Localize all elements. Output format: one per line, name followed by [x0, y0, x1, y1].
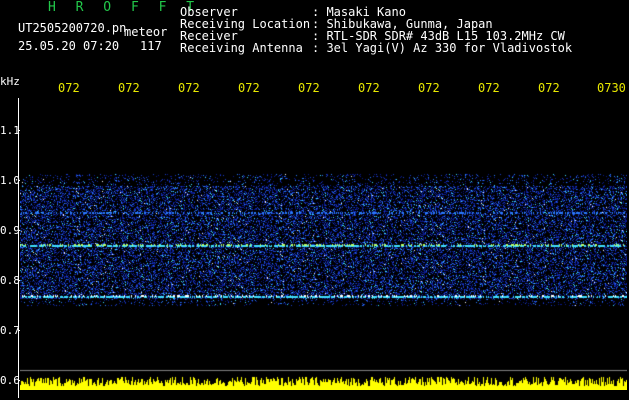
y-tick-label: 0.7 [0, 324, 20, 337]
x-tick-label: 072 [58, 81, 80, 95]
x-tick-label: 072 [538, 81, 560, 95]
y-tick-label: 0.6 [0, 374, 20, 387]
y-tick-label: 0.8 [0, 274, 20, 287]
x-tick-label: 072 [178, 81, 200, 95]
x-tick-label: 072 [478, 81, 500, 95]
tag-label: meteor [124, 25, 168, 39]
x-tick-label: 0730 [597, 81, 626, 95]
hrofft-logo: H R O F F T [48, 0, 201, 15]
antenna-label: Receiving Antenna [180, 41, 303, 55]
spectrogram-canvas [20, 100, 627, 390]
y-axis-line [18, 98, 19, 398]
y-tick-label: 0.9 [0, 224, 20, 237]
filename-label: UT2505200720.pn [18, 21, 127, 35]
y-tick-label: 1.1 [0, 124, 20, 137]
x-tick-label: 072 [358, 81, 380, 95]
count-label: 117 [140, 39, 162, 53]
x-tick-label: 072 [238, 81, 260, 95]
antenna-value: : 3el Yagi(V) Az 330 for Vladivostok [312, 41, 573, 55]
x-tick-label: 072 [418, 81, 440, 95]
x-tick-label: 072 [118, 81, 140, 95]
y-unit-label: kHz [0, 75, 20, 88]
y-tick-label: 1.0 [0, 174, 20, 187]
x-tick-label: 072 [298, 81, 320, 95]
datetime-label: 25.05.20 07:20 [18, 39, 120, 53]
